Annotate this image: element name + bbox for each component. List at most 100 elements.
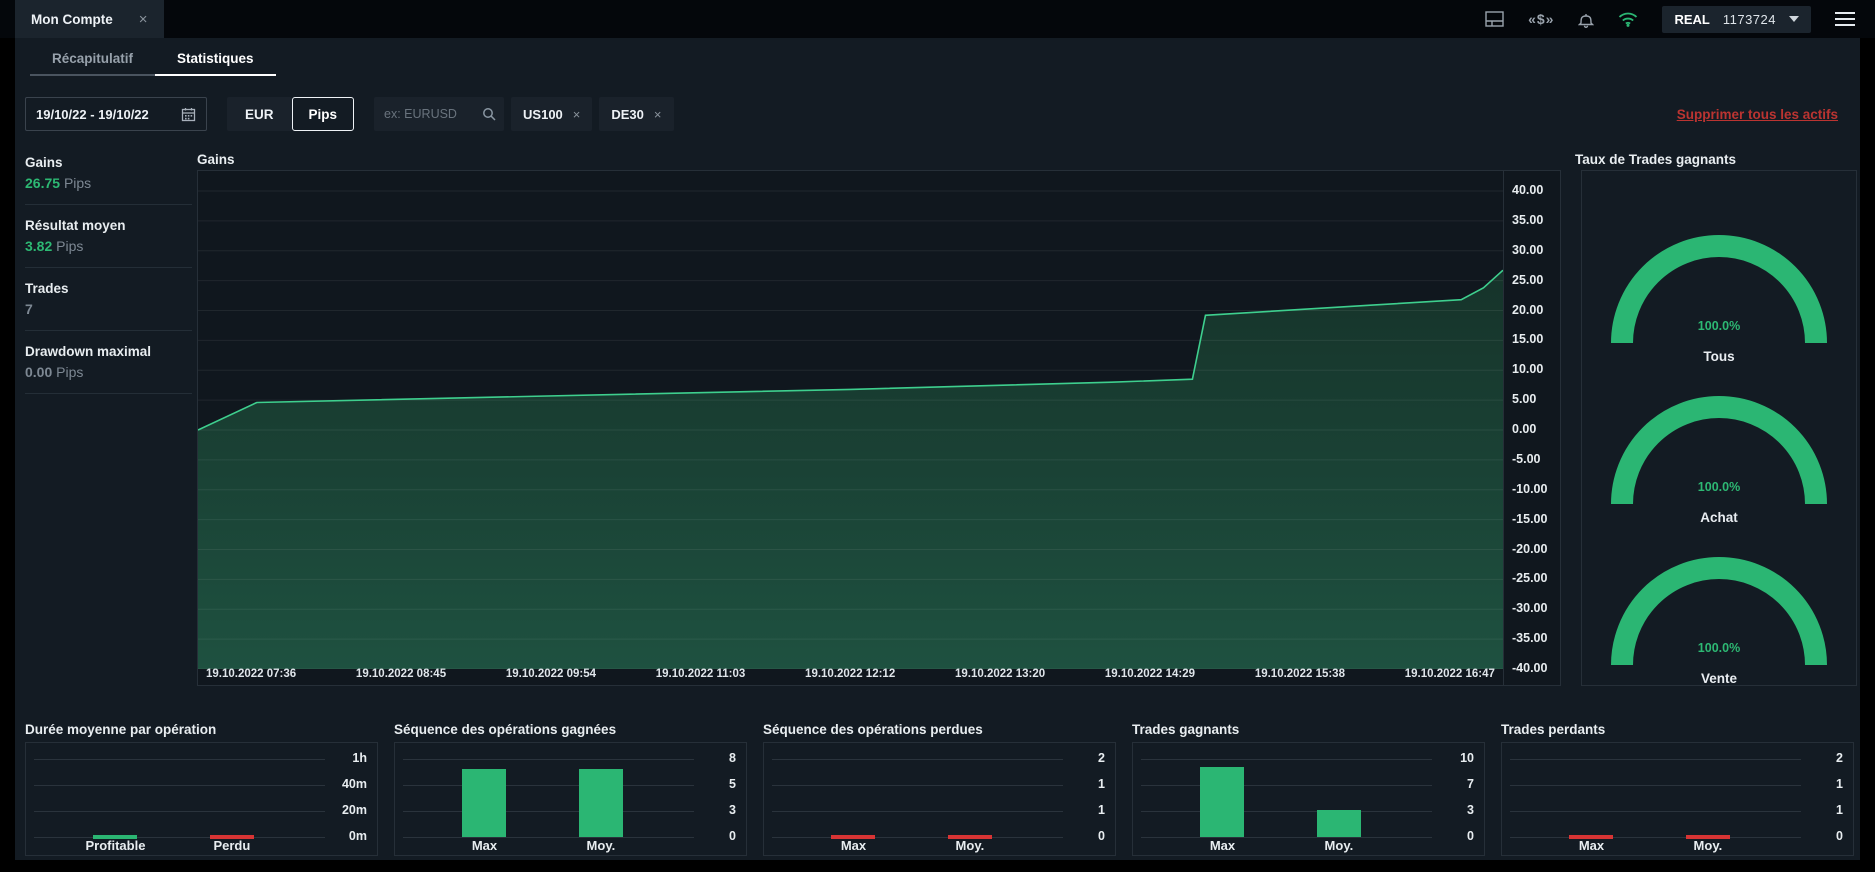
y-tick-label: 7 [1467, 777, 1474, 791]
summary-item-value: 3.82 Pips [25, 238, 84, 254]
gridline [1141, 785, 1432, 786]
summary-item-title: Résultat moyen [25, 218, 126, 233]
y-tick-label: 3 [1467, 803, 1474, 817]
y-tick-label: 1 [1098, 803, 1105, 817]
gridline [34, 785, 325, 786]
asset-chip-label: DE30 [611, 106, 644, 122]
summary-item-value: 7 [25, 301, 33, 317]
connection-wifi-icon[interactable] [1618, 12, 1638, 27]
remove-all-assets-link[interactable]: Supprimer tous les actifs [1677, 107, 1838, 122]
y-tick-label: 3 [729, 803, 736, 817]
topbar-actions: «$» REAL 1173724 [1485, 0, 1855, 38]
summary-item: Drawdown maximal 0.00 Pips [25, 344, 192, 380]
filter-bar: 19/10/22 - 19/10/22 EUR Pips US100 × DE30 ×… [25, 97, 1838, 131]
y-tick-label: 20.00 [1512, 302, 1544, 317]
date-range-value: 19/10/22 - 19/10/22 [36, 106, 149, 122]
win-rate-gauge: 100.0% Tous [1599, 231, 1839, 381]
win-sequence-chart: Séquence des opérations gagnées 8 5 3 0 Max M… [394, 722, 747, 856]
y-tick-label: -35.00 [1512, 631, 1548, 646]
currency-toggle-button[interactable]: EUR [227, 97, 292, 131]
notifications-bell-icon[interactable] [1578, 11, 1595, 28]
gauge-label: Vente [1700, 671, 1738, 686]
separator [25, 330, 192, 331]
summary-item: Gains 26.75 Pips [25, 155, 192, 191]
x-category-label: Moy. [955, 838, 985, 853]
date-range-input[interactable]: 19/10/22 - 19/10/22 [25, 97, 207, 131]
summary-item-title: Drawdown maximal [25, 344, 152, 359]
symbol-search-input[interactable] [382, 106, 479, 122]
asset-chip[interactable]: DE30 × [599, 97, 674, 131]
pips-toggle-button[interactable]: Pips [291, 97, 355, 131]
y-tick-label: -30.00 [1512, 601, 1548, 616]
gridline [1141, 759, 1432, 760]
x-category-label: Max [471, 838, 498, 853]
app-window: Mon Compte × «$» REAL 1173724 Récapitula… [0, 0, 1875, 872]
y-tick-label: 35.00 [1512, 212, 1544, 227]
y-tick-label: -10.00 [1512, 481, 1548, 496]
workspace-layout-icon[interactable] [1485, 11, 1504, 27]
win-rate-gauge: 100.0% Vente [1599, 553, 1839, 703]
y-tick-label: 0.00 [1512, 422, 1537, 436]
avg-duration-canvas: 1h 40m 20m 0m Profitable Perdu [25, 742, 378, 856]
gauge-label: Tous [1703, 349, 1735, 364]
y-tick-label: 10.00 [1512, 362, 1544, 377]
gains-area-canvas [198, 190, 1503, 669]
x-tick-label: 19.10.2022 09:54 [505, 668, 597, 680]
hamburger-menu-icon[interactable] [1835, 12, 1855, 26]
avg-duration-title: Durée moyenne par opération [25, 722, 217, 737]
gridline [1141, 811, 1432, 812]
y-tick-label: -40.00 [1512, 661, 1548, 675]
gridline [1510, 785, 1801, 786]
gauge-arc [1611, 396, 1827, 505]
gains-x-axis: 19.10.2022 07:36 19.10.2022 08:45 19.10.20… [198, 668, 1503, 685]
x-category-label: Moy. [586, 838, 616, 853]
x-category-label: Max [1209, 838, 1236, 853]
gridline [772, 759, 1063, 760]
asset-chip-label: US100 [523, 106, 563, 122]
close-icon[interactable]: × [139, 11, 148, 28]
winning-trades-canvas: 10 7 3 0 Max Moy. [1132, 742, 1485, 856]
y-tick-label: 2 [1836, 751, 1843, 765]
win-rate-gauge: 100.0% Achat [1599, 392, 1839, 542]
account-selector[interactable]: REAL 1173724 [1662, 5, 1811, 33]
account-tab[interactable]: Mon Compte × [15, 0, 164, 38]
x-tick-label: 19.10.2022 16:47 [1404, 668, 1495, 680]
gridline [34, 759, 325, 760]
y-tick-label: 30.00 [1512, 242, 1544, 257]
y-tick-label: 15.00 [1512, 332, 1544, 347]
statistics-page: Récapitulatif Statistiques 19/10/22 - 19… [15, 38, 1860, 860]
summary-item: Trades 7 [25, 281, 192, 317]
y-tick-label: 1h [352, 751, 367, 765]
x-tick-label: 19.10.2022 07:36 [206, 668, 297, 680]
y-tick-label: 40.00 [1512, 183, 1544, 197]
win-rate-gauges: 100.0% Tous 100.0% Achat 100.0% Vente [1581, 170, 1857, 686]
y-tick-label: 8 [729, 751, 736, 765]
gauge-value: 100.0% [1697, 319, 1741, 333]
tab-statistiques[interactable]: Statistiques [155, 44, 276, 76]
y-tick-label: 0 [1098, 829, 1105, 843]
tab-recapitulatif[interactable]: Récapitulatif [30, 44, 156, 76]
gridline [772, 785, 1063, 786]
remove-chip-icon[interactable]: × [573, 107, 581, 122]
remove-chip-icon[interactable]: × [654, 107, 662, 122]
win-rate-title: Taux de Trades gagnants [1575, 152, 1737, 167]
y-tick-label: 1 [1098, 777, 1105, 791]
cashback-icon[interactable]: «$» [1528, 11, 1554, 27]
y-tick-label: 0m [348, 829, 367, 843]
gridline [34, 811, 325, 812]
y-tick-label: -20.00 [1512, 541, 1548, 556]
asset-chip[interactable]: US100 × [511, 97, 593, 131]
x-tick-label: 19.10.2022 08:45 [355, 668, 447, 680]
losing-trades-title: Trades perdants [1501, 722, 1606, 737]
x-tick-label: 19.10.2022 15:38 [1254, 668, 1345, 680]
bottom-charts-row: Durée moyenne par opération 1h 40m 20m 0m Pr… [25, 722, 1854, 856]
account-number: 1173724 [1722, 11, 1776, 27]
loss-sequence-chart: Séquence des opérations perdues 2 1 1 0 Max M… [763, 722, 1116, 856]
y-tick-label: 10 [1460, 751, 1474, 765]
y-tick-label: 25.00 [1512, 272, 1544, 287]
summary-item-value: 0.00 Pips [25, 364, 84, 380]
y-tick-label: 40m [341, 777, 367, 791]
x-category-label: Max [1578, 838, 1605, 853]
separator [25, 393, 192, 394]
x-category-label: Perdu [213, 838, 251, 853]
